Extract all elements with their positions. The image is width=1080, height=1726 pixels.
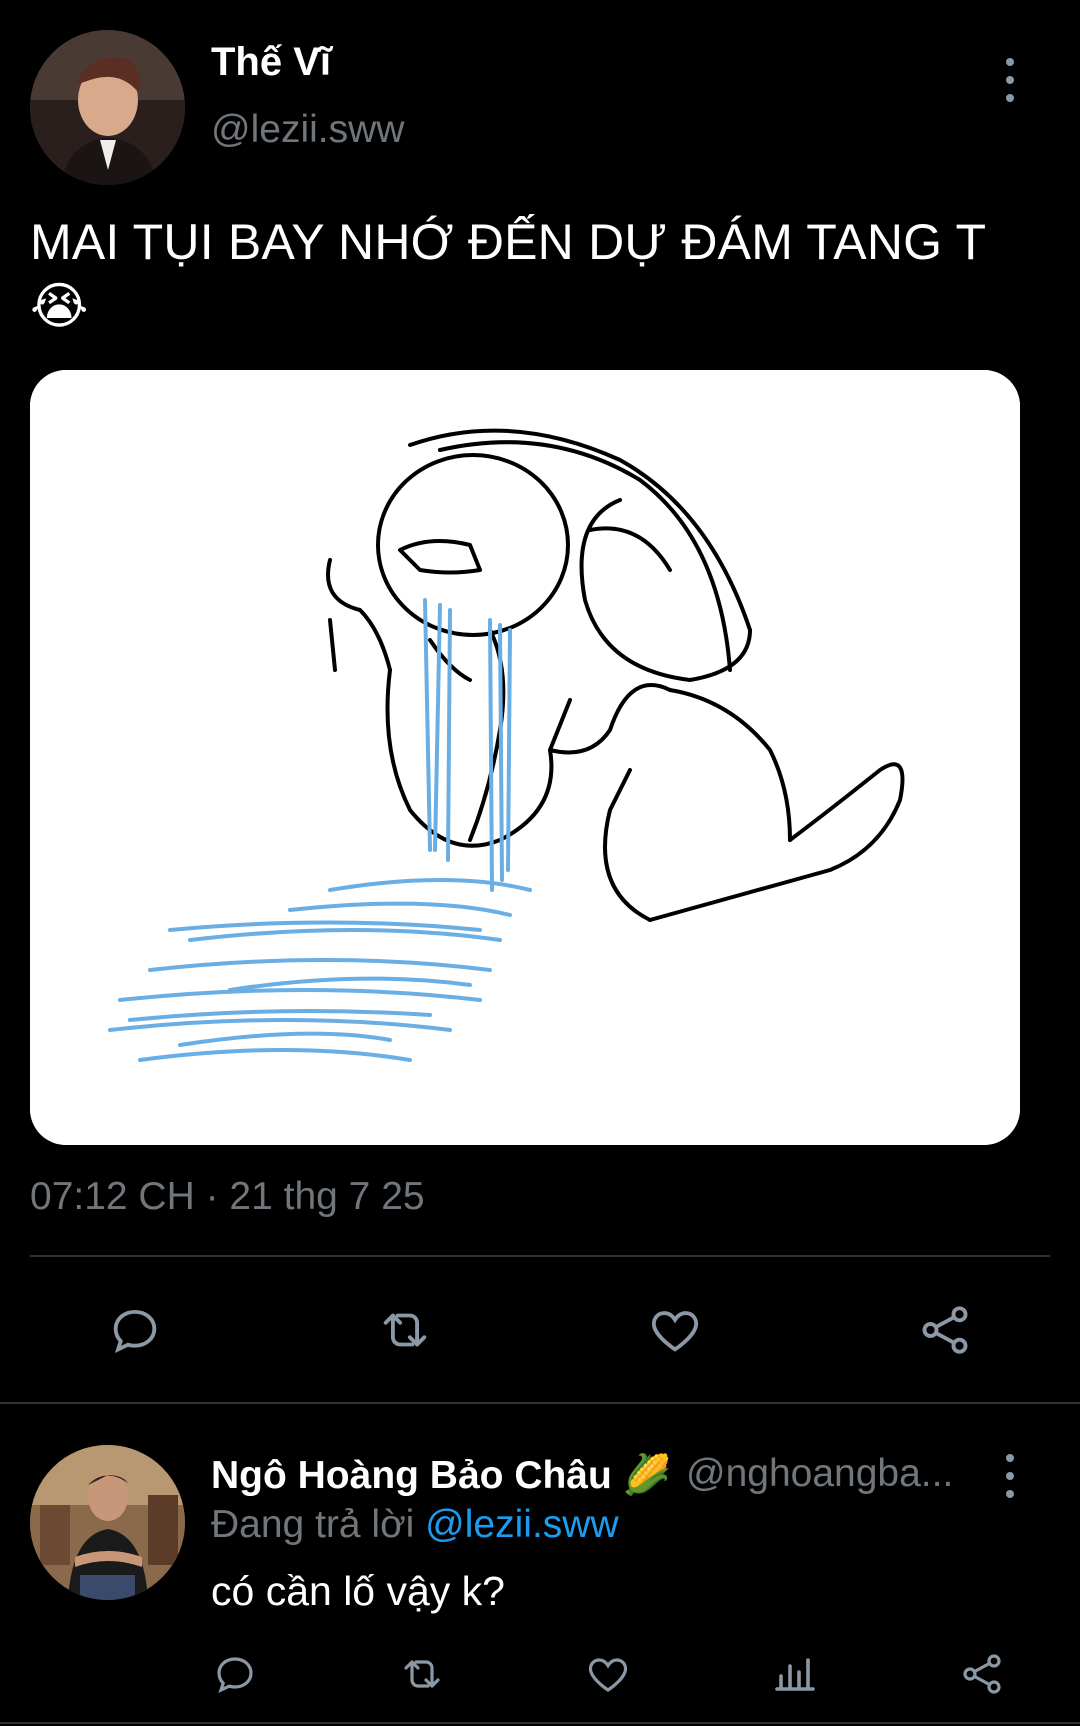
reply-author-name-text: Ngô Hoàng Bảo Châu (211, 1454, 612, 1497)
tweet-media-image[interactable] (30, 370, 1020, 1145)
reply-context: Đang trả lời @lezii.sww (211, 1503, 619, 1547)
tweet-actions (0, 1290, 1080, 1370)
share-icon[interactable] (942, 1634, 1022, 1714)
crying-emoji: 😭 (30, 278, 89, 334)
tweet-body: MAI TỤI BAY NHỚ ĐẾN DỰ ĐÁM TANG T (30, 214, 987, 270)
like-icon[interactable] (568, 1634, 648, 1714)
author-avatar[interactable] (30, 30, 185, 185)
divider (30, 1255, 1050, 1257)
reply-mention-link[interactable]: @lezii.sww (425, 1503, 618, 1546)
reply-context-prefix: Đang trả lời (211, 1503, 415, 1546)
reply-author-handle[interactable]: @nghoangba... (686, 1452, 953, 1496)
reply-icon[interactable] (95, 1290, 175, 1370)
share-icon[interactable] (905, 1290, 985, 1370)
retweet-icon[interactable] (365, 1290, 445, 1370)
more-options-icon[interactable] (1000, 58, 1020, 102)
reply-text: có cần lố vậy k? (211, 1568, 505, 1614)
tweet-text: MAI TỤI BAY NHỚ ĐẾN DỰ ĐÁM TANG T 😭 (30, 210, 1040, 338)
reply-author-name[interactable]: Ngô Hoàng Bảo Châu 🌽 (211, 1452, 671, 1498)
like-icon[interactable] (635, 1290, 715, 1370)
reply-icon[interactable] (195, 1634, 275, 1714)
author-name[interactable]: Thế Vĩ (211, 40, 331, 85)
reply-author-avatar[interactable] (30, 1445, 185, 1600)
tweet-timestamp: 07:12 CH · 21 thg 7 25 (30, 1175, 425, 1218)
reply-more-options-icon[interactable] (1000, 1454, 1020, 1498)
corn-emoji: 🌽 (622, 1454, 672, 1497)
author-handle[interactable]: @lezii.sww (211, 108, 404, 152)
reply-actions (0, 1634, 1080, 1714)
retweet-icon[interactable] (382, 1634, 462, 1714)
divider (0, 1722, 1080, 1724)
analytics-icon[interactable] (755, 1634, 835, 1714)
divider (0, 1402, 1080, 1404)
